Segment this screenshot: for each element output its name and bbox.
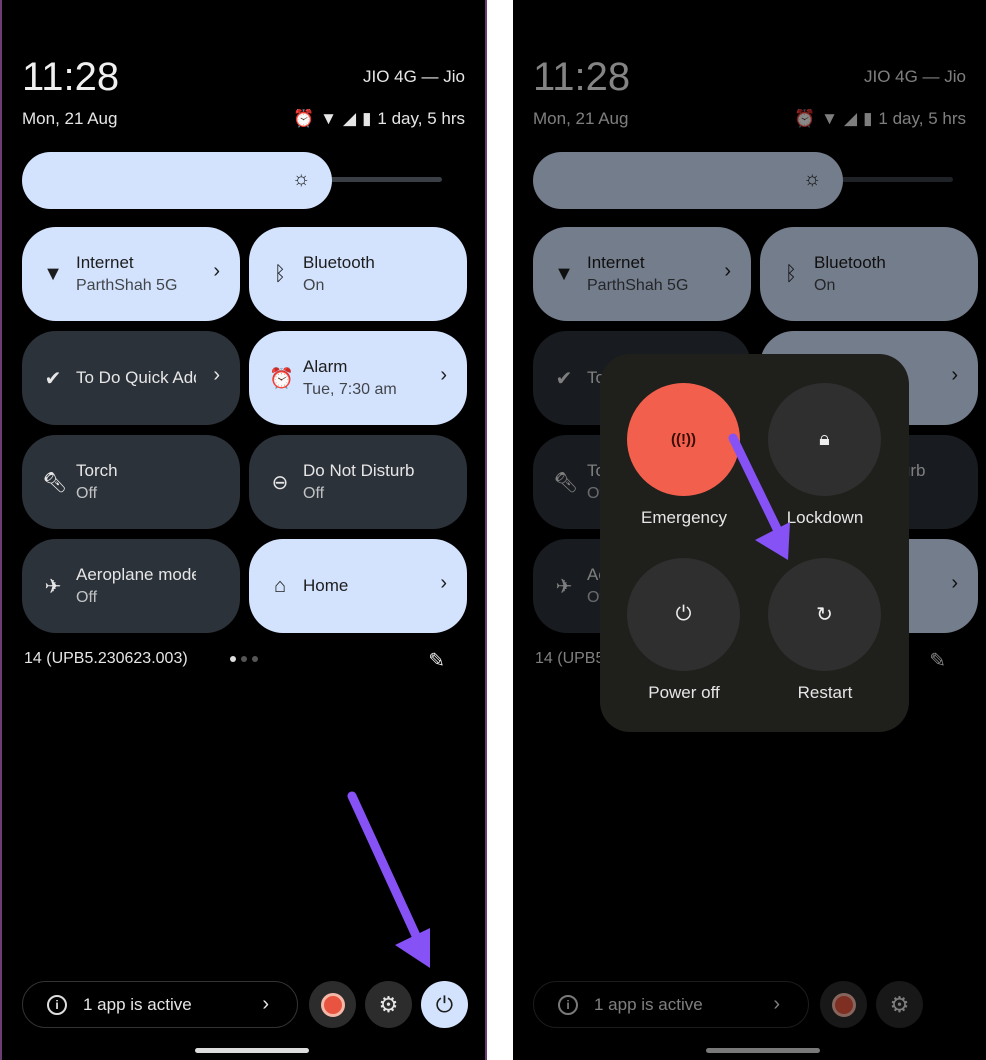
tile-label: Internet: [76, 253, 134, 272]
edit-pencil-icon[interactable]: ✎: [428, 648, 445, 673]
tile-to-do-quick-add[interactable]: ✔ To Do Quick Add ›: [22, 331, 240, 425]
wifi-icon: ▼: [43, 262, 63, 285]
tile-state: On: [303, 277, 325, 294]
tile-label: Aeroplane mode: [76, 565, 196, 584]
chevron-right-icon: ›: [440, 364, 447, 386]
tile-state: Off: [76, 485, 98, 502]
bluetooth-icon: ᛒ: [274, 262, 286, 285]
power-icon: ⏻: [675, 603, 692, 625]
wifi-icon: ▼: [320, 109, 337, 128]
clock: 11:28: [22, 55, 120, 99]
emergency-icon: ((!)): [671, 431, 696, 448]
emergency-label: Emergency: [641, 508, 727, 527]
quick-settings-panel: 11:28 JIO 4G — Jio Mon, 21 Aug ⏰ ▼ ◢ ▮ 1…: [0, 0, 487, 1060]
home-handle[interactable]: [195, 1048, 309, 1053]
chevron-right-icon: ›: [213, 260, 220, 282]
page-indicator: [230, 656, 258, 662]
battery-icon: ▮: [362, 109, 372, 128]
tile-label: Alarm: [303, 357, 348, 376]
info-icon: i: [47, 994, 67, 1015]
signal-icon: ◢: [342, 109, 357, 128]
check-icon: ✔: [44, 367, 62, 390]
restart-button[interactable]: ↻: [768, 558, 881, 671]
lockdown-label: Lockdown: [786, 508, 864, 527]
power-button[interactable]: ⏻: [421, 981, 468, 1028]
tile-state: Tue, 7:30 am: [303, 381, 397, 398]
brightness-slider[interactable]: ☼: [22, 152, 332, 209]
home-icon: ⌂: [273, 574, 287, 597]
lockdown-button[interactable]: 🔒︎: [768, 383, 881, 496]
user-avatar-button[interactable]: [309, 981, 356, 1028]
tile-state: ParthShah 5G: [76, 277, 178, 294]
tile-alarm[interactable]: ⏰ Alarm Tue, 7:30 am ›: [249, 331, 467, 425]
tile-home[interactable]: ⌂ Home ›: [249, 539, 467, 633]
chevron-right-icon: ›: [440, 572, 447, 594]
status-icons: ⏰ ▼ ◢ ▮ 1 day, 5 hrs: [293, 109, 465, 129]
tile-label: Do Not Disturb: [303, 461, 415, 480]
active-apps-label: 1 app is active: [83, 994, 192, 1014]
tile-state: Off: [76, 589, 98, 606]
torch-icon: 🔦︎: [42, 471, 68, 494]
tile-label: Home: [303, 576, 349, 595]
tile-do-not-disturb[interactable]: ⊖ Do Not Disturb Off: [249, 435, 467, 529]
power-icon: ⏻: [435, 991, 454, 1017]
tile-internet[interactable]: ▼ Internet ParthShah 5G ›: [22, 227, 240, 321]
restart-label: Restart: [797, 683, 853, 702]
chevron-right-icon: ›: [213, 364, 220, 386]
power-off-label: Power off: [648, 683, 720, 702]
battery-text: 1 day, 5 hrs: [377, 109, 465, 128]
dnd-icon: ⊖: [271, 471, 289, 494]
tile-bluetooth[interactable]: ᛒ Bluetooth On: [249, 227, 467, 321]
power-off-button[interactable]: ⏻: [627, 558, 740, 671]
tile-label: Torch: [76, 461, 118, 480]
date: Mon, 21 Aug: [22, 109, 118, 128]
tile-label: Bluetooth: [303, 253, 375, 272]
active-apps-button[interactable]: i 1 app is active ›: [22, 981, 298, 1028]
tile-aeroplane-mode[interactable]: ✈ Aeroplane mode Off: [22, 539, 240, 633]
airplane-icon: ✈: [44, 575, 62, 598]
chevron-right-icon: ›: [262, 993, 269, 1015]
tile-state: Off: [303, 485, 325, 502]
tile-label: To Do Quick Add: [76, 368, 196, 387]
settings-button[interactable]: ⚙: [365, 981, 412, 1028]
emergency-button[interactable]: ((!)): [627, 383, 740, 496]
alarm-icon: ⏰: [269, 367, 294, 390]
avatar: [320, 992, 345, 1017]
power-menu: ((!)) 🔒︎ ⏻ ↻ Emergency Lockdown Power of…: [600, 354, 909, 732]
quick-settings-panel-power-menu: 11:28 JIO 4G — Jio Mon, 21 Aug ⏰ ▼ ◢ ▮ 1…: [513, 0, 986, 1060]
alarm-icon: ⏰: [292, 109, 315, 128]
brightness-icon: ☼: [292, 168, 311, 190]
carrier: JIO 4G — Jio: [362, 67, 465, 86]
build-number: 14 (UPB5.230623.003): [24, 650, 188, 667]
lock-icon: 🔒︎: [819, 428, 830, 450]
gear-icon: ⚙: [378, 991, 399, 1017]
restart-icon: ↻: [816, 604, 833, 626]
tile-torch[interactable]: 🔦︎ Torch Off: [22, 435, 240, 529]
